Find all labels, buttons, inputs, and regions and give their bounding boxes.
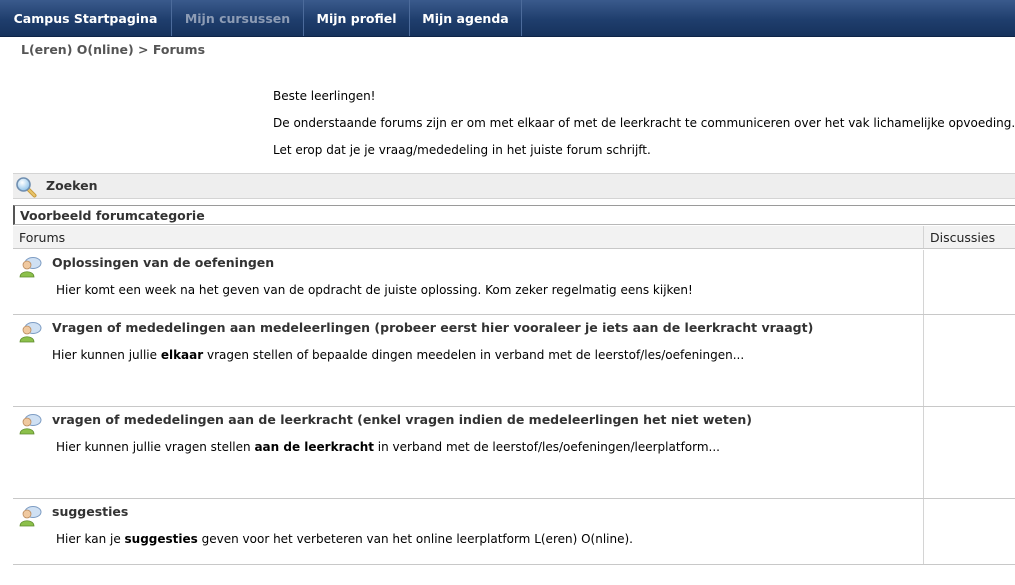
breadcrumb-course-link[interactable]: L(eren) O(nline): [21, 42, 134, 57]
intro-greeting: Beste leerlingen!: [273, 89, 376, 103]
forum-description-text-end: in verband met de leerstof/les/oefeninge…: [373, 440, 720, 454]
magnifier-icon[interactable]: [15, 176, 37, 198]
forum-description-emphasis: suggesties: [124, 532, 198, 546]
column-divider: [923, 315, 924, 406]
breadcrumb-current: Forums: [152, 42, 206, 57]
forum-description-text-end: vragen stellen of bepaalde dingen meedel…: [203, 348, 745, 362]
search-bar[interactable]: Zoeken: [13, 173, 1015, 199]
forum-description-emphasis: aan de leerkracht: [254, 440, 374, 454]
forum-row: Oplossingen van de oefeningen Hier komt …: [13, 250, 1015, 315]
nav-mijn-profiel[interactable]: Mijn profiel: [304, 0, 410, 36]
forum-description: Hier kunnen jullie elkaar vragen stellen…: [52, 348, 744, 362]
forum-description-emphasis: elkaar: [160, 348, 204, 362]
forum-description: Hier kan je suggesties geven voor het ve…: [56, 532, 633, 546]
breadcrumb-separator: >: [138, 42, 149, 57]
top-navigation-bar: Campus Startpagina Mijn cursussen Mijn p…: [0, 0, 1015, 37]
breadcrumb: L(eren) O(nline) > Forums: [21, 42, 205, 57]
forum-description-text: Hier kan je: [56, 532, 125, 546]
forum-description: Hier komt een week na het geven van de o…: [56, 283, 693, 297]
nav-mijn-agenda[interactable]: Mijn agenda: [410, 0, 522, 36]
intro-description: De onderstaande forums zijn er om met el…: [273, 116, 1015, 130]
forum-row: vragen of mededelingen aan de leerkracht…: [13, 407, 1015, 499]
column-header-forums: Forums: [19, 230, 66, 245]
column-divider: [923, 226, 924, 248]
column-divider: [923, 499, 924, 564]
forum-users-icon: [19, 257, 42, 278]
forum-title-link[interactable]: Vragen of mededelingen aan medeleerlinge…: [52, 320, 813, 335]
forum-description: Hier kunnen jullie vragen stellen aan de…: [56, 440, 720, 454]
forum-description-text: Hier kunnen jullie: [52, 348, 161, 362]
forum-table-header: Forums Discussies: [13, 226, 1015, 249]
forum-description-text-end: geven voor het verbeteren van het online…: [197, 532, 633, 546]
column-divider: [923, 407, 924, 498]
forum-category-title: Voorbeeld forumcategorie: [20, 208, 205, 223]
forum-users-icon: [19, 322, 42, 343]
nav-campus-startpagina[interactable]: Campus Startpagina: [0, 0, 172, 36]
forum-row: suggesties Hier kan je suggesties geven …: [13, 499, 1015, 565]
search-label[interactable]: Zoeken: [46, 178, 97, 193]
forum-row: Vragen of mededelingen aan medeleerlinge…: [13, 315, 1015, 407]
forum-title-link[interactable]: suggesties: [52, 504, 128, 519]
forum-title-link[interactable]: Oplossingen van de oefeningen: [52, 255, 274, 270]
forum-title-link[interactable]: vragen of mededelingen aan de leerkracht…: [52, 412, 752, 427]
column-divider: [923, 250, 924, 314]
forum-description-text: Hier komt een week na het geven van de o…: [56, 283, 693, 297]
forum-users-icon: [19, 414, 42, 435]
forum-users-icon: [19, 506, 42, 527]
forum-category-header: Voorbeeld forumcategorie: [13, 205, 1015, 225]
column-header-discussions: Discussies: [930, 230, 996, 245]
forum-description-text: Hier kunnen jullie vragen stellen: [56, 440, 255, 454]
nav-mijn-cursussen[interactable]: Mijn cursussen: [172, 0, 304, 36]
intro-instruction: Let erop dat je je vraag/mededeling in h…: [273, 143, 651, 157]
